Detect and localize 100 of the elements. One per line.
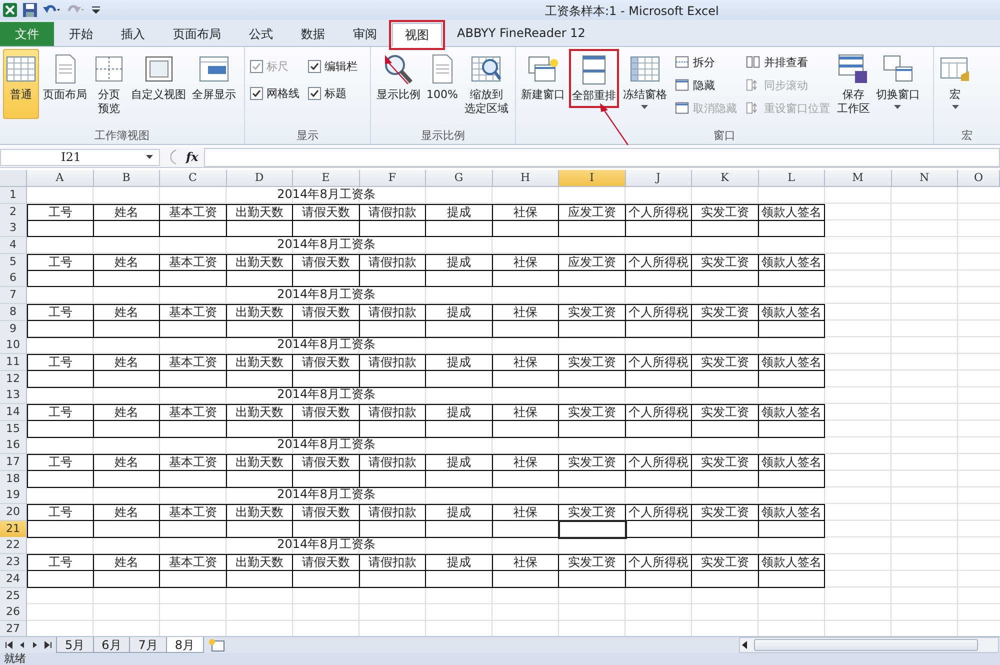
ribbon-tab[interactable]: 数据 xyxy=(288,22,338,46)
sheet-cell xyxy=(360,320,426,338)
ribbon-tab[interactable]: ABBYY FineReader 12 xyxy=(444,22,598,46)
column-header[interactable]: L xyxy=(758,170,825,187)
row-header[interactable]: 5 xyxy=(0,254,27,271)
column-header[interactable]: H xyxy=(492,170,559,187)
column-header[interactable]: A xyxy=(27,170,94,187)
ribbon-button[interactable]: 并排查看 xyxy=(742,51,833,73)
column-header[interactable]: C xyxy=(160,170,226,187)
row-header[interactable]: 24 xyxy=(0,570,27,588)
ribbon-button[interactable]: 拆分 xyxy=(670,51,740,73)
insert-function-button[interactable]: fx xyxy=(186,150,198,164)
row-header[interactable]: 17 xyxy=(0,454,27,471)
column-header[interactable]: K xyxy=(692,170,758,187)
checkbox[interactable]: 网格线 xyxy=(250,86,300,101)
row-header[interactable]: 16 xyxy=(0,437,27,454)
ribbon-button[interactable]: 隐藏 xyxy=(670,74,740,96)
row-header[interactable]: 7 xyxy=(0,287,27,304)
column-header[interactable]: J xyxy=(626,170,692,187)
row-header[interactable]: 13 xyxy=(0,387,27,404)
column-header[interactable]: F xyxy=(360,170,426,187)
ribbon-tab[interactable]: 开始 xyxy=(56,22,106,46)
ribbon-button[interactable]: 缩放到选定区域 xyxy=(462,49,510,120)
checkbox-box[interactable] xyxy=(250,87,263,100)
sheet-tab[interactable]: 7月 xyxy=(129,637,167,653)
sheet-cell xyxy=(160,320,226,338)
column-header[interactable]: O xyxy=(958,170,1000,187)
ribbon-button[interactable]: 普通 xyxy=(3,49,39,119)
ribbon-button[interactable]: 页面布局 xyxy=(41,49,89,106)
row-header[interactable]: 25 xyxy=(0,588,27,604)
ribbon-button[interactable]: 保存工作区 xyxy=(834,49,872,120)
ribbon-button[interactable]: 100% xyxy=(424,49,460,106)
row-header[interactable]: 19 xyxy=(0,487,27,504)
sheet-tab[interactable]: 5月 xyxy=(56,637,94,653)
first-sheet-icon[interactable] xyxy=(4,640,14,650)
last-sheet-icon[interactable] xyxy=(43,640,53,650)
row-header[interactable]: 20 xyxy=(0,504,27,522)
row-header[interactable]: 26 xyxy=(0,604,27,622)
column-header[interactable]: N xyxy=(892,170,958,187)
sheet-cell xyxy=(758,570,825,588)
column-header[interactable]: I xyxy=(559,170,626,187)
checkbox[interactable]: 标题 xyxy=(308,86,358,101)
magnifier-icon xyxy=(382,53,414,85)
column-header[interactable]: M xyxy=(825,170,892,187)
ribbon-button[interactable]: 冻结窗格 xyxy=(620,49,669,114)
merged-cell-text: 2014年8月工资条 xyxy=(276,287,376,304)
formula-field[interactable] xyxy=(204,148,1000,166)
sheet-cell xyxy=(226,220,293,238)
row-header[interactable]: 12 xyxy=(0,370,27,388)
ribbon-tab[interactable]: 页面布局 xyxy=(160,22,234,46)
save-icon[interactable] xyxy=(22,2,38,18)
sheet-cell xyxy=(426,420,492,438)
row-header[interactable]: 21 xyxy=(0,520,27,538)
row-header[interactable]: 8 xyxy=(0,304,27,321)
scroll-thumb[interactable] xyxy=(754,639,978,651)
row-header[interactable]: 9 xyxy=(0,320,27,338)
row-header[interactable]: 15 xyxy=(0,420,27,438)
ribbon-tab[interactable]: 插入 xyxy=(108,22,158,46)
checkbox-box[interactable] xyxy=(308,60,321,73)
horizontal-scrollbar[interactable] xyxy=(739,637,999,653)
ribbon-button[interactable]: 全屏显示 xyxy=(190,49,238,106)
ribbon-tab[interactable]: 视图 xyxy=(392,23,442,47)
row-header[interactable]: 4 xyxy=(0,237,27,254)
row-header[interactable]: 2 xyxy=(0,204,27,221)
merged-cell-text: 2014年8月工资条 xyxy=(276,537,376,554)
sheet-cell xyxy=(293,320,360,338)
row-header[interactable]: 23 xyxy=(0,554,27,572)
scroll-left-icon[interactable] xyxy=(740,639,750,651)
ribbon-button[interactable]: 自定义视图 xyxy=(129,49,188,106)
ribbon-button[interactable]: 宏 xyxy=(937,49,974,114)
selected-cell[interactable] xyxy=(559,520,626,538)
ribbon-tab[interactable]: 公式 xyxy=(236,22,286,46)
column-header[interactable]: G xyxy=(426,170,492,187)
checkbox-box[interactable] xyxy=(308,87,321,100)
ribbon-button[interactable]: 显示比例 xyxy=(374,49,422,106)
row-header[interactable]: 18 xyxy=(0,470,27,488)
row-header[interactable]: 14 xyxy=(0,404,27,421)
sheet-tab[interactable]: 6月 xyxy=(92,637,130,653)
sheet-cell: 工号 xyxy=(27,554,94,572)
column-header[interactable]: E xyxy=(293,170,360,187)
ribbon-button[interactable]: 全部重排 xyxy=(568,49,619,108)
name-box[interactable]: I21 xyxy=(0,148,160,166)
sheet-cell: 请假天数 xyxy=(293,304,360,321)
sheet-tab[interactable]: 8月 xyxy=(166,637,204,653)
row-header[interactable]: 22 xyxy=(0,537,27,554)
file-tab[interactable]: 文件 xyxy=(0,22,54,46)
row-header[interactable]: 3 xyxy=(0,220,27,238)
row-header[interactable]: 11 xyxy=(0,354,27,371)
column-header[interactable]: B xyxy=(94,170,160,187)
row-header[interactable]: 10 xyxy=(0,337,27,354)
ribbon-button[interactable]: 切换窗口 xyxy=(874,49,922,114)
column-header[interactable]: D xyxy=(226,170,293,187)
row-header[interactable]: 1 xyxy=(0,187,27,204)
row-header[interactable]: 6 xyxy=(0,270,27,288)
sheet-cell: 个人所得税 xyxy=(626,554,692,572)
checkbox[interactable]: 编辑栏 xyxy=(308,59,358,74)
ribbon-tab[interactable]: 审阅 xyxy=(340,22,390,46)
sheet-cell xyxy=(692,420,758,438)
ribbon-button[interactable]: 分页预览 xyxy=(91,49,127,120)
ribbon-button[interactable]: 新建窗口 xyxy=(518,49,567,106)
